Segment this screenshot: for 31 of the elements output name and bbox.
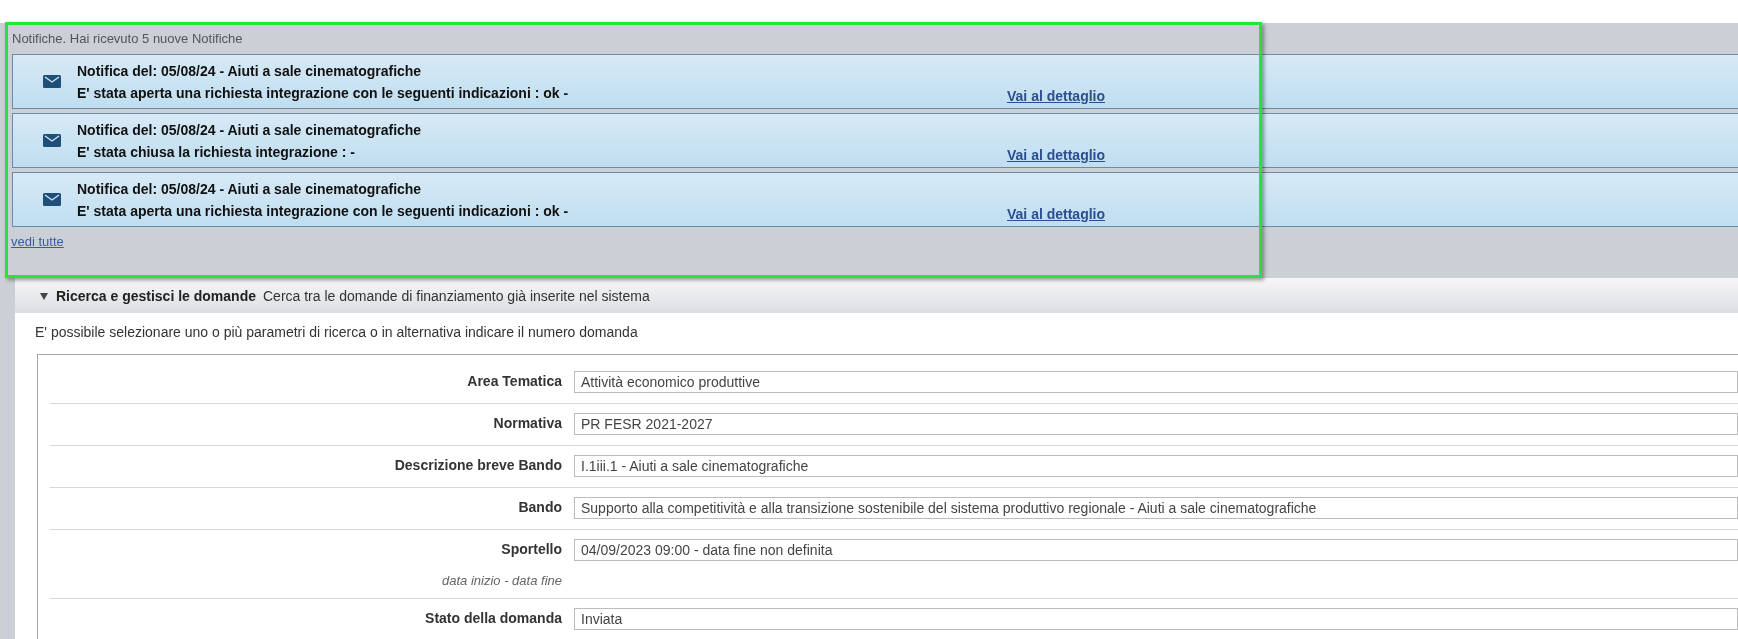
- field-label: Normativa: [493, 414, 562, 433]
- select-field[interactable]: 04/09/2023 09:00 - data fine non definita: [574, 539, 1738, 561]
- notification-message: E' stata aperta una richiesta integrazione con le seguenti indicazioni : ok -: [77, 84, 570, 101]
- envelope-icon: [43, 75, 61, 88]
- see-all-link[interactable]: vedi tutte: [11, 234, 64, 249]
- select-field[interactable]: PR FESR 2021-2027: [574, 413, 1738, 435]
- detail-link[interactable]: Vai al dettaglio: [1007, 206, 1106, 222]
- envelope-icon: [43, 134, 61, 147]
- notification-title: Notifica del: 05/08/24 - Aiuti a sale cinematografiche: [77, 180, 423, 197]
- caret-icon[interactable]: [39, 290, 49, 301]
- field-label: Stato della domanda: [425, 609, 562, 628]
- detail-link[interactable]: Vai al dettaglio: [1007, 88, 1106, 104]
- select-field[interactable]: I.1iii.1 - Aiuti a sale cinematografiche: [574, 455, 1738, 477]
- field-label: Bando: [518, 498, 562, 517]
- notification-message: E' stata chiusa la richiesta integrazione : -: [77, 143, 356, 160]
- select-field[interactable]: Supporto alla competitività e alla transizione sostenibile del sistema produttivo regionale - Aiuti a sale cinematografiche: [574, 497, 1738, 519]
- field-label: Area Tematica: [467, 372, 562, 391]
- search-hint: E' possibile selezionare uno o più parametri di ricerca o in alternativa indicare il numero domanda: [35, 324, 639, 340]
- field-label: Descrizione breve Bando: [394, 456, 562, 475]
- field-sublabel: data inizio - data fine: [442, 573, 562, 588]
- notifications-heading: Notifiche. Hai ricevuto 5 nuove Notifiche: [12, 31, 243, 46]
- section-subtitle: Cerca tra le domande di finanziamento già inserite nel sistema: [263, 287, 650, 304]
- notification-title: Notifica del: 05/08/24 - Aiuti a sale cinematografiche: [77, 62, 423, 79]
- field-label: Sportello: [501, 540, 562, 559]
- select-field[interactable]: Inviata: [574, 608, 1738, 630]
- detail-link[interactable]: Vai al dettaglio: [1007, 147, 1106, 163]
- envelope-icon: [43, 193, 61, 206]
- notification-title: Notifica del: 05/08/24 - Aiuti a sale cinematografiche: [77, 121, 423, 138]
- select-field[interactable]: Attività economico produttive: [574, 371, 1738, 393]
- section-title[interactable]: Ricerca e gestisci le domande: [56, 287, 256, 304]
- notification-message: E' stata aperta una richiesta integrazione con le seguenti indicazioni : ok -: [77, 202, 570, 219]
